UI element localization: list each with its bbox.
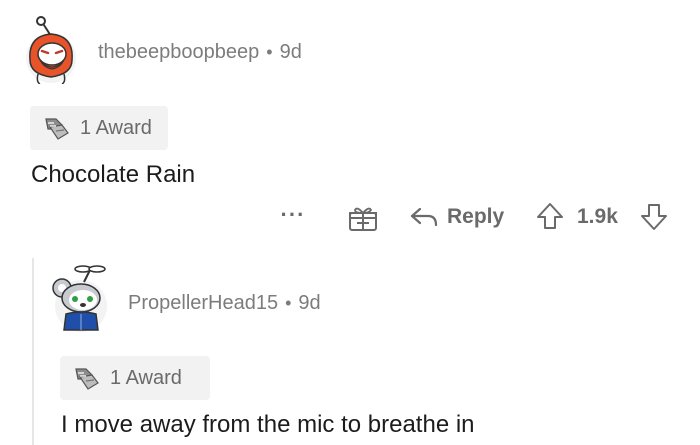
user-avatar[interactable]: [20, 14, 82, 85]
downvote-arrow-icon: [641, 204, 667, 230]
reply-arrow-icon: [410, 207, 438, 227]
award-icon: [45, 118, 69, 140]
user-avatar[interactable]: [48, 262, 114, 334]
gift-icon: [349, 207, 377, 231]
award-count-label: 1 Award: [80, 116, 152, 139]
timestamp-link[interactable]: 9d: [298, 289, 320, 317]
timestamp-link[interactable]: 9d: [280, 38, 302, 66]
username-link[interactable]: thebeepboopbeep: [98, 38, 259, 66]
comment-text: I move away from the mic to breathe in: [61, 411, 475, 438]
thread-line[interactable]: [32, 258, 34, 445]
award-count-label: 1 Award: [110, 366, 182, 389]
downvote-button[interactable]: [639, 202, 669, 232]
vote-score: 1.9k: [577, 205, 618, 228]
meta-separator: •: [285, 293, 292, 313]
award-icon: [75, 368, 99, 390]
username-link[interactable]: PropellerHead15: [128, 289, 278, 317]
award-badge[interactable]: 1 Award: [60, 356, 210, 400]
reply-button[interactable]: Reply: [409, 200, 504, 234]
meta-separator: •: [266, 42, 273, 62]
comment-thread: thebeepboopbeep • 9d 1 Award Chocolate R…: [0, 0, 700, 445]
award-badge[interactable]: 1 Award: [30, 106, 168, 150]
comment-actions: ··· Reply 1.9k: [275, 196, 675, 238]
snoo-avatar-icon: [52, 265, 107, 332]
upvote-arrow-icon: [537, 203, 563, 229]
comment-text: Chocolate Rain: [31, 161, 196, 188]
reply-label: Reply: [447, 205, 505, 228]
give-award-button[interactable]: [347, 204, 379, 232]
comment-meta: PropellerHead15 • 9d: [128, 289, 321, 317]
upvote-button[interactable]: [535, 201, 565, 231]
more-options-button[interactable]: ···: [275, 196, 311, 238]
comment-meta: thebeepboopbeep • 9d: [98, 38, 302, 66]
snoo-avatar-icon: [26, 16, 76, 85]
